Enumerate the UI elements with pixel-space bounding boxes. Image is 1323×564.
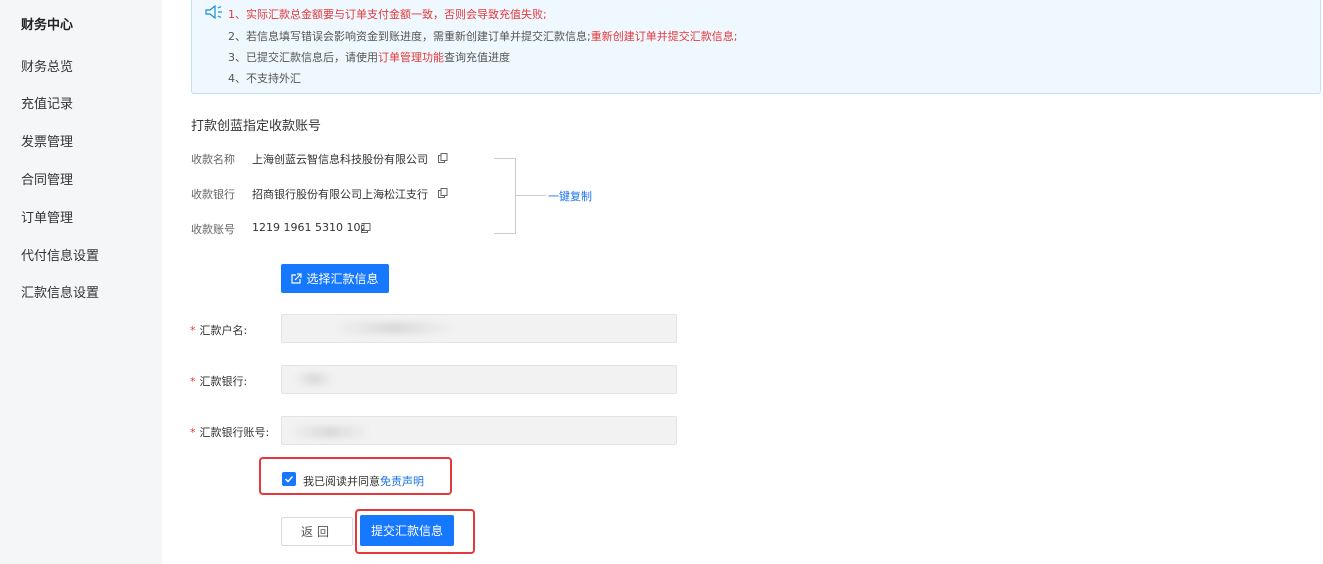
back-button[interactable]: 返回	[281, 517, 353, 546]
select-icon	[291, 273, 303, 284]
notice-line-1: 1、实际汇款总金额要与订单支付金额一致，否则会导致充值失败;	[228, 8, 547, 21]
account-bracket-tick	[516, 195, 546, 196]
sidebar-item-invoice-management[interactable]: 发票管理	[21, 131, 73, 150]
remitter-account-label: * 汇款银行账号:	[190, 424, 269, 440]
notice-line-2: 2、若信息填写错误会影响资金到账进度，需重新创建订单并提交汇款信息;重新创建订单…	[228, 28, 737, 44]
copy-icon[interactable]	[361, 223, 371, 233]
sidebar-title: 财务中心	[21, 18, 74, 33]
agreement-label: 我已阅读并同意	[303, 475, 380, 488]
checkmark-icon	[284, 475, 294, 483]
remitter-account-label-text: 汇款银行账号:	[199, 426, 270, 439]
notice-line-3-prefix: 3、已提交汇款信息后，请使用	[228, 51, 378, 64]
account-section-title: 打款创蓝指定收款账号	[191, 119, 322, 134]
remitter-bank-label-text: 汇款银行:	[199, 375, 248, 388]
sidebar-item-remittance-settings[interactable]: 汇款信息设置	[21, 282, 99, 301]
sidebar-item-finance-overview[interactable]: 财务总览	[21, 56, 73, 75]
account-number-value: 1219 1961 5310 102	[252, 221, 368, 234]
required-star: *	[190, 324, 196, 337]
notice-line-3-highlight: 订单管理功能	[378, 51, 444, 64]
remitter-bank-input[interactable]	[281, 365, 677, 394]
notice-line-3-suffix: 查询充值进度	[444, 51, 510, 64]
remitter-bank-label: * 汇款银行:	[190, 373, 247, 389]
account-bank-label: 收款银行	[191, 188, 235, 201]
account-bracket	[494, 158, 516, 234]
account-name-label: 收款名称	[191, 153, 235, 166]
account-bank-value: 招商银行股份有限公司上海松江支行	[252, 188, 428, 201]
notice-line-2-text: 2、若信息填写错误会影响资金到账进度，需重新创建订单并提交汇款信息;	[228, 30, 591, 43]
account-name-value: 上海创蓝云智信息科技股份有限公司	[252, 153, 428, 166]
notice-line-2-highlight: 重新创建订单并提交汇款信息;	[590, 30, 738, 43]
notice-panel: 1、实际汇款总金额要与订单支付金额一致，否则会导致充值失败; 2、若信息填写错误…	[191, 0, 1321, 94]
required-star: *	[190, 375, 196, 388]
sidebar-item-order-management[interactable]: 订单管理	[21, 207, 73, 226]
notice-line-3: 3、已提交汇款信息后，请使用订单管理功能查询充值进度	[228, 49, 510, 65]
copy-icon[interactable]	[438, 188, 448, 198]
select-remittance-button[interactable]: 选择汇款信息	[281, 264, 389, 293]
remitter-name-label: * 汇款户名:	[190, 322, 247, 338]
disclaimer-link[interactable]: 免责声明	[380, 475, 424, 488]
select-remittance-label: 选择汇款信息	[306, 272, 379, 286]
copy-all-link[interactable]: 一键复制	[548, 188, 592, 204]
sidebar-item-proxy-payment-settings[interactable]: 代付信息设置	[21, 245, 99, 264]
copy-icon[interactable]	[438, 153, 448, 163]
required-star: *	[190, 426, 196, 439]
main-content: 1、实际汇款总金额要与订单支付金额一致，否则会导致充值失败; 2、若信息填写错误…	[162, 0, 1323, 564]
submit-remittance-button[interactable]: 提交汇款信息	[360, 515, 454, 546]
redacted-value	[334, 322, 454, 334]
sidebar-item-contract-management[interactable]: 合同管理	[21, 169, 73, 188]
sidebar-item-recharge-records[interactable]: 充值记录	[21, 93, 73, 112]
agreement-checkbox[interactable]	[282, 472, 296, 486]
megaphone-icon	[205, 5, 222, 19]
redacted-value	[294, 373, 334, 385]
sidebar: 财务中心 财务总览 充值记录 发票管理 合同管理 订单管理 代付信息设置 汇款信…	[0, 0, 162, 564]
notice-line-4: 4、不支持外汇	[228, 72, 301, 85]
remitter-name-label-text: 汇款户名:	[199, 324, 248, 337]
redacted-value	[290, 426, 370, 438]
agreement-text: 我已阅读并同意免责声明	[303, 473, 424, 489]
account-number-label: 收款账号	[191, 223, 235, 236]
